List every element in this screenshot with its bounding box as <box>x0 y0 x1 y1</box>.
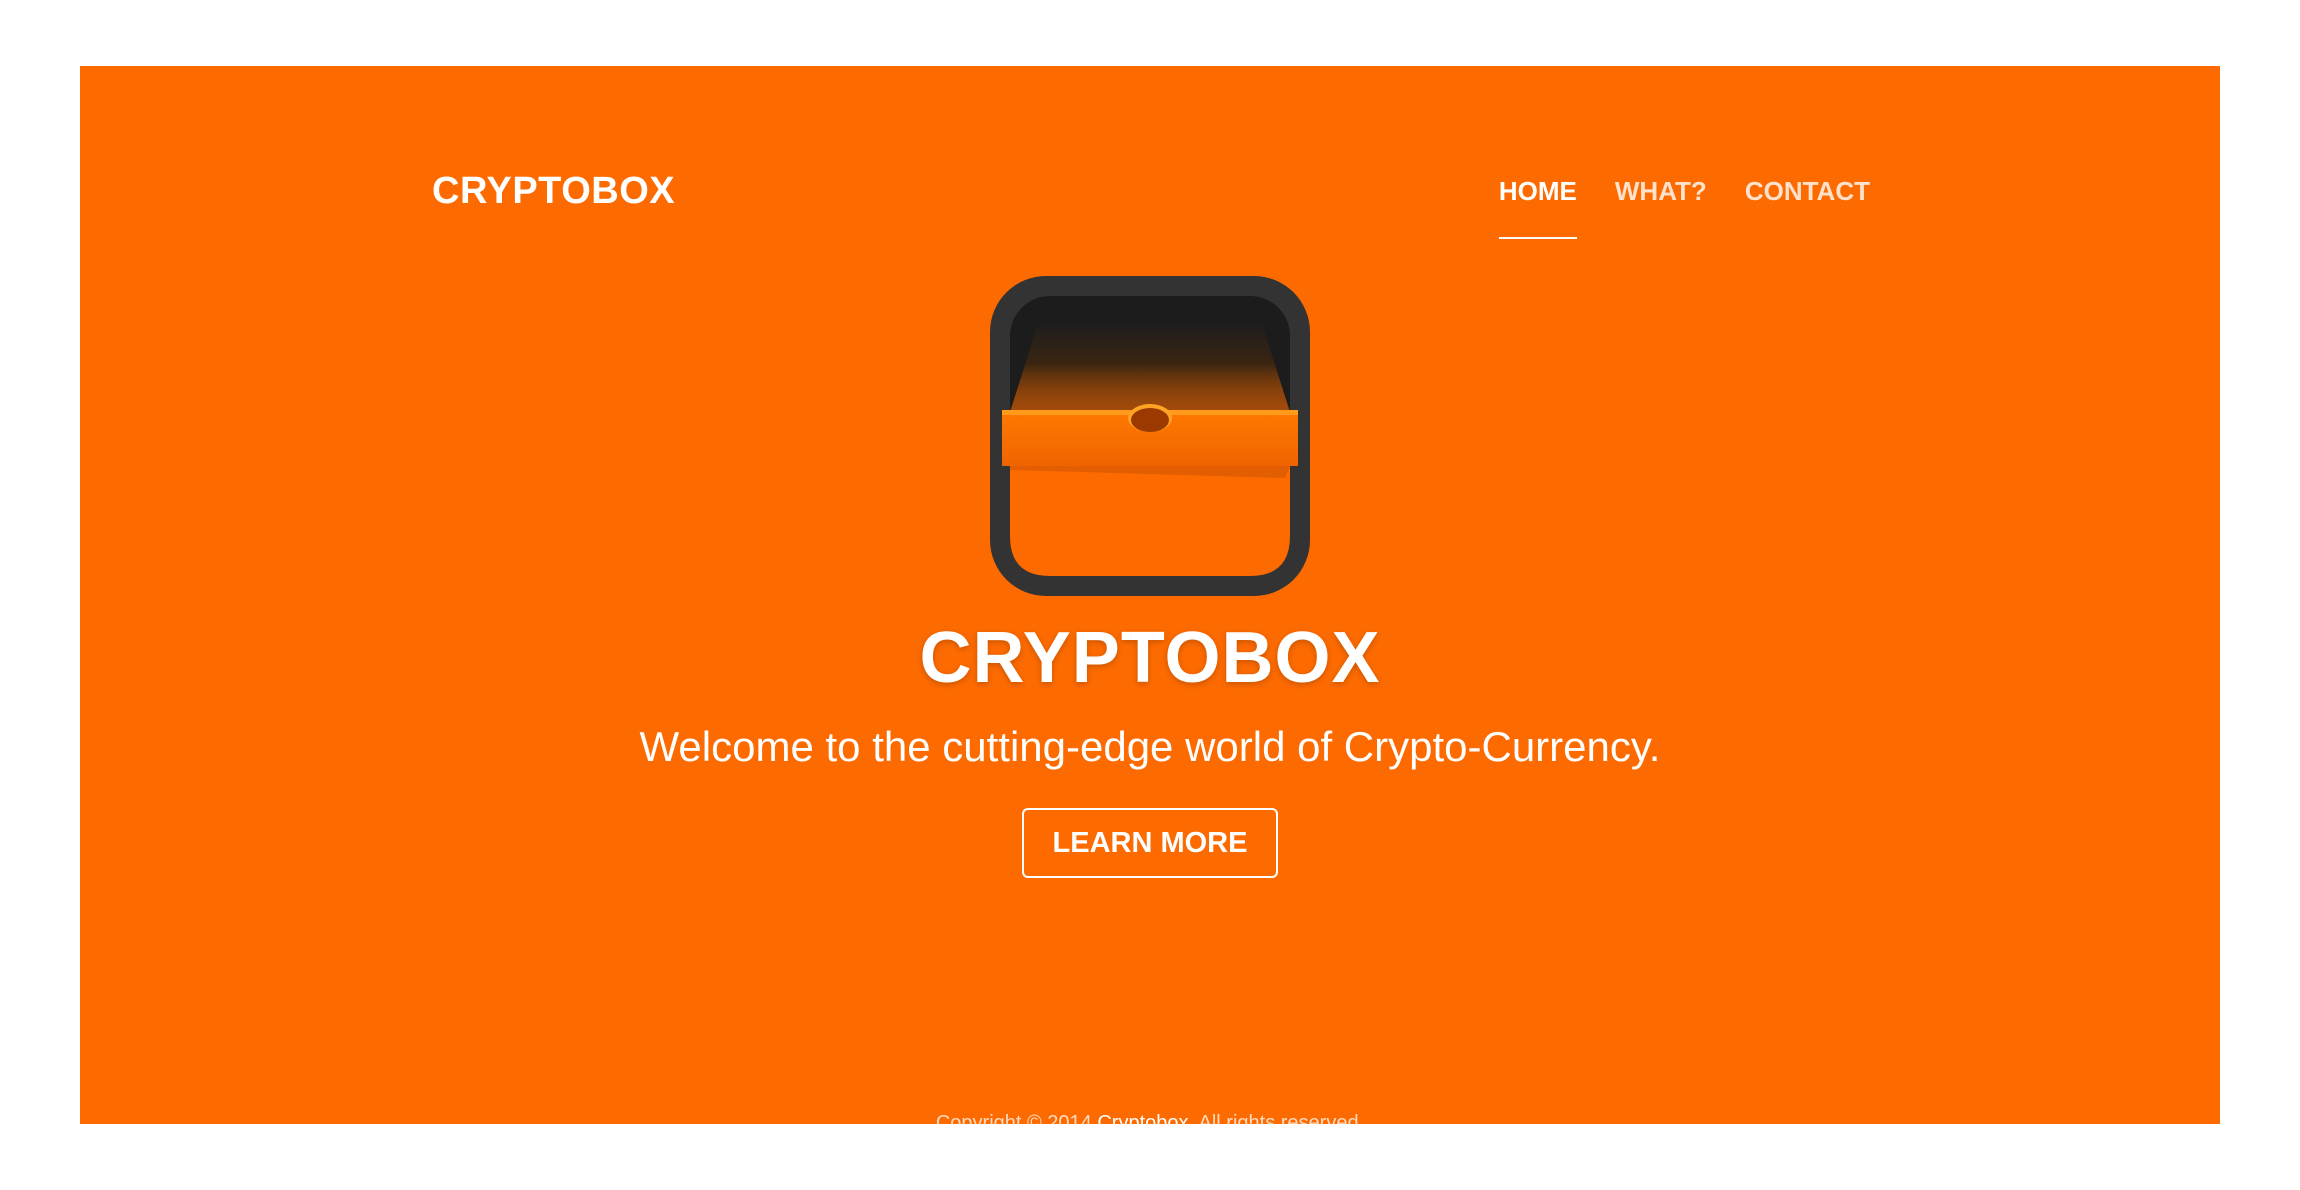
hero-title: CRYPTOBOX <box>919 618 1381 698</box>
nav-item-contact[interactable]: CONTACT <box>1745 176 1870 239</box>
footer-copyright-prefix: Copyright © 2014 <box>935 1112 1098 1134</box>
nav-item-home[interactable]: HOME <box>1498 176 1577 239</box>
treasure-box-icon <box>990 276 1310 596</box>
footer: Copyright © 2014 Cryptobox. All rights r… <box>80 1112 2220 1135</box>
hero-section: CRYPTOBOX Welcome to the cutting-edge wo… <box>80 276 2220 878</box>
page-background: CRYPTOBOX HOME WHAT? CONTACT CRYPTOBOX W… <box>80 66 2220 1134</box>
footer-brand-link[interactable]: Cryptobox <box>1097 1112 1188 1134</box>
hero-tagline: Welcome to the cutting-edge world of Cry… <box>639 723 1661 770</box>
footer-copyright-suffix: . All rights reserved. <box>1188 1112 1365 1134</box>
brand-logo-text[interactable]: CRYPTOBOX <box>432 170 675 213</box>
nav-item-what[interactable]: WHAT? <box>1615 176 1707 239</box>
main-nav: HOME WHAT? CONTACT <box>1498 176 1870 239</box>
learn-more-button[interactable]: LEARN MORE <box>1022 808 1278 878</box>
